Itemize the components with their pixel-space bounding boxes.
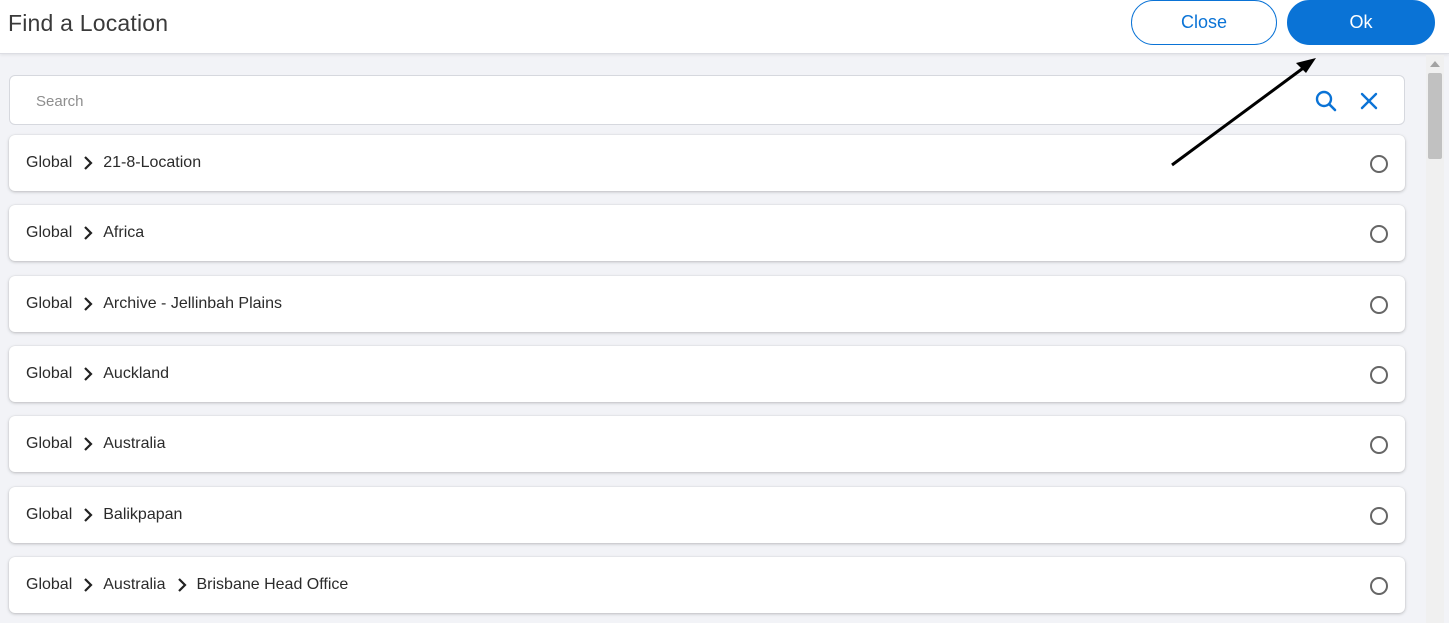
location-path: Global Balikpapan xyxy=(26,504,182,526)
location-path-segment: Australia xyxy=(103,435,166,452)
location-path: Global 21-8-Location xyxy=(26,152,201,174)
chevron-right-icon xyxy=(84,437,93,451)
location-row[interactable]: Global 21-8-Location xyxy=(9,135,1405,191)
location-row[interactable]: Global Australia Brisbane Head Office xyxy=(9,557,1405,613)
location-path-segment: Global xyxy=(26,435,73,452)
chevron-right-icon xyxy=(84,226,93,240)
ok-button[interactable]: Ok xyxy=(1287,0,1435,45)
location-row[interactable]: Global Balikpapan xyxy=(9,487,1405,543)
location-path-segment: Balikpapan xyxy=(103,506,183,523)
chevron-right-icon xyxy=(84,367,93,381)
radio-unchecked-icon[interactable] xyxy=(1370,577,1388,595)
dialog-header: Find a Location Close Ok xyxy=(0,0,1449,54)
search-input[interactable] xyxy=(36,88,1276,114)
location-path-segment: Brisbane Head Office xyxy=(196,576,349,593)
location-path-segment: Archive - Jellinbah Plains xyxy=(103,295,282,312)
scroll-up-arrow-icon[interactable] xyxy=(1430,61,1440,67)
dialog-title: Find a Location xyxy=(8,10,169,36)
location-path-segment: Africa xyxy=(103,224,145,241)
location-path-segment: Global xyxy=(26,295,73,312)
radio-unchecked-icon[interactable] xyxy=(1370,507,1388,525)
radio-unchecked-icon[interactable] xyxy=(1370,155,1388,173)
location-path-segment: Global xyxy=(26,365,73,382)
location-path: Global Africa xyxy=(26,222,144,244)
location-list-panel: Global 21-8-Location Global Africa Global Arc… xyxy=(0,55,1422,623)
location-row[interactable]: Global Africa xyxy=(9,205,1405,261)
location-row[interactable]: Global Australia xyxy=(9,416,1405,472)
search-icon[interactable] xyxy=(1313,88,1339,114)
chevron-right-icon xyxy=(84,156,93,170)
location-path-segment: Global xyxy=(26,506,73,523)
chevron-right-icon xyxy=(177,578,187,592)
vertical-scrollbar[interactable] xyxy=(1426,55,1444,623)
location-row[interactable]: Global Auckland xyxy=(9,346,1405,402)
location-path-segment: Global xyxy=(26,224,73,241)
close-button[interactable]: Close xyxy=(1131,0,1277,45)
chevron-right-icon xyxy=(84,508,93,522)
radio-unchecked-icon[interactable] xyxy=(1370,225,1388,243)
chevron-right-icon xyxy=(84,297,93,311)
location-path: Global Australia Brisbane Head Office xyxy=(26,574,348,596)
location-path: Global Australia xyxy=(26,433,166,455)
radio-unchecked-icon[interactable] xyxy=(1370,436,1388,454)
scroll-thumb[interactable] xyxy=(1428,73,1442,159)
location-row[interactable]: Global Archive - Jellinbah Plains xyxy=(9,276,1405,332)
search-bar xyxy=(9,75,1405,125)
radio-unchecked-icon[interactable] xyxy=(1370,296,1388,314)
radio-unchecked-icon[interactable] xyxy=(1370,366,1388,384)
close-icon[interactable] xyxy=(1356,88,1382,114)
location-path: Global Auckland xyxy=(26,363,169,385)
location-path-segment: Australia xyxy=(103,576,166,593)
location-path-segment: Auckland xyxy=(103,365,170,382)
location-path-segment: Global xyxy=(26,576,73,593)
location-path-segment: Global xyxy=(26,154,73,171)
location-path: Global Archive - Jellinbah Plains xyxy=(26,293,282,315)
location-path-segment: 21-8-Location xyxy=(103,154,202,171)
chevron-right-icon xyxy=(84,578,93,592)
